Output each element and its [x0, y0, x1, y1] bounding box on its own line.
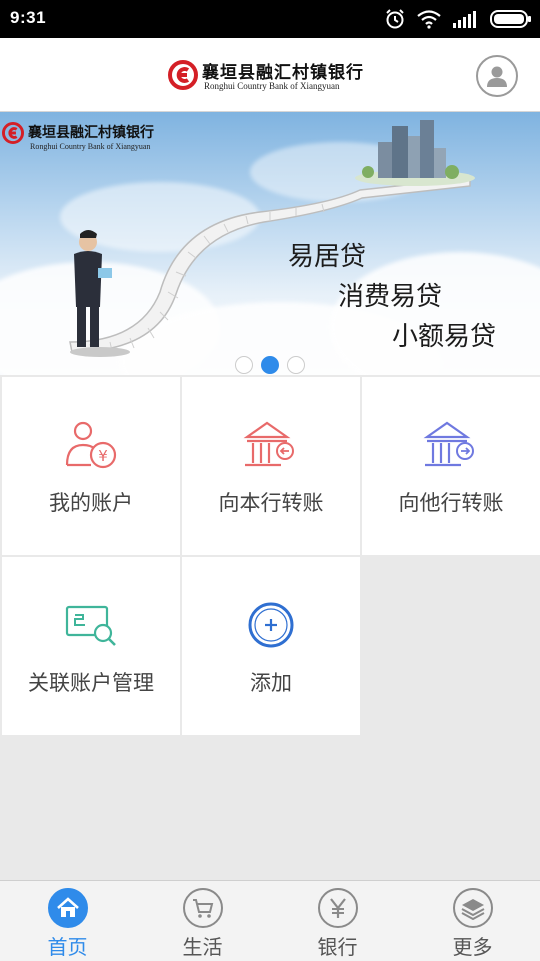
carousel-dot-active[interactable] [261, 356, 279, 374]
carousel-indicators [0, 356, 540, 376]
home-icon [57, 897, 79, 917]
tab-life[interactable]: 生活 [135, 881, 270, 961]
carousel-dot[interactable] [235, 356, 253, 374]
menu-label: 向本行转账 [218, 491, 324, 515]
status-bar: 9:31 [0, 0, 540, 38]
add-icon [248, 602, 294, 648]
tab-home[interactable]: 首页 [0, 881, 135, 961]
tab-label: 首页 [47, 935, 88, 959]
signal-icon [453, 11, 476, 28]
promo-banner[interactable]: 襄垣县融汇村镇银行 Ronghui Country Bank of Xiangy… [0, 112, 540, 375]
menu-add[interactable]: 添加 [182, 557, 360, 735]
wifi-icon [417, 10, 441, 29]
other-bank-transfer-icon [423, 421, 474, 467]
account-icon: ¥ [65, 421, 117, 469]
tab-label: 更多 [452, 935, 493, 959]
menu-transfer-other-bank[interactable]: 向他行转账 [362, 377, 540, 555]
menu-my-account[interactable]: ¥ 我的账户 [2, 377, 180, 555]
bank-name-cn: 襄垣县融汇村镇银行 [202, 63, 364, 83]
menu-linked-accounts[interactable]: 关联账户管理 [2, 557, 180, 735]
app-header: 襄垣县融汇村镇银行 Ronghui Country Bank of Xiangy… [0, 38, 540, 112]
bank-transfer-icon [243, 421, 294, 467]
profile-button[interactable] [476, 55, 518, 97]
bank-name-en: Ronghui Country Bank of Xiangyuan [204, 81, 340, 91]
menu-transfer-same-bank[interactable]: 向本行转账 [182, 377, 360, 555]
bottom-tab-bar: 首页 生活 银行 更多 [0, 880, 540, 961]
svg-text:¥: ¥ [98, 447, 108, 465]
linked-account-icon [65, 605, 116, 646]
menu-label: 关联账户管理 [28, 671, 154, 695]
status-icons [384, 6, 532, 32]
bank-logo-mark-icon [168, 60, 198, 90]
banner-slogan-3: 小额易贷 [392, 322, 497, 352]
yen-icon [330, 898, 346, 918]
alarm-icon [386, 9, 404, 29]
tab-label: 生活 [182, 935, 223, 959]
status-time: 9:31 [10, 8, 47, 27]
menu-label: 向他行转账 [398, 491, 504, 515]
layers-icon [461, 899, 485, 920]
tab-more[interactable]: 更多 [405, 881, 540, 961]
bank-logo: 襄垣县融汇村镇银行 Ronghui Country Bank of Xiangy… [168, 58, 378, 94]
banner-slogan-1: 易居贷 [288, 242, 367, 272]
menu-label: 添加 [250, 671, 292, 695]
user-icon [487, 66, 507, 87]
menu-label: 我的账户 [49, 491, 133, 515]
carousel-dot[interactable] [287, 356, 305, 374]
cart-icon [193, 899, 214, 918]
battery-icon [490, 10, 531, 28]
tab-label: 银行 [317, 935, 358, 959]
banner-slogan-2: 消费易贷 [338, 282, 443, 312]
tab-bank[interactable]: 银行 [270, 881, 405, 961]
